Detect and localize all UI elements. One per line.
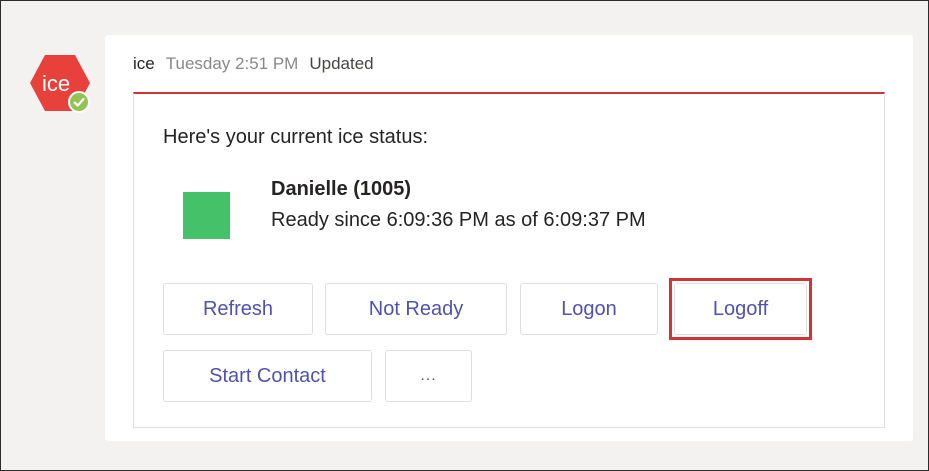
checkmark-icon: [73, 97, 85, 107]
bot-message: ice Tuesday 2:51 PM Updated Here's your …: [105, 35, 913, 441]
logoff-button[interactable]: Logoff: [674, 283, 807, 335]
card-heading: Here's your current ice status:: [163, 126, 429, 148]
logon-button[interactable]: Logon: [520, 283, 658, 335]
message-header: ice Tuesday 2:51 PM Updated: [133, 52, 374, 76]
refresh-button[interactable]: Refresh: [163, 283, 313, 335]
more-actions-button[interactable]: ...: [385, 350, 472, 402]
not-ready-button[interactable]: Not Ready: [325, 283, 507, 335]
status-indicator-icon: [183, 192, 230, 239]
presence-badge: [68, 91, 90, 113]
avatar-logo-text: ice: [42, 71, 70, 96]
agent-name: Danielle (1005): [271, 178, 412, 200]
chat-pane: ice ice Tuesday 2:51 PM Updated Here's y…: [0, 0, 929, 471]
start-contact-button[interactable]: Start Contact: [163, 350, 372, 402]
updated-label: Updated: [309, 54, 374, 73]
agent-status-text: Ready since 6:09:36 PM as of 6:09:37 PM: [271, 209, 646, 231]
status-card: Here's your current ice status: Danielle…: [133, 92, 885, 428]
sender-name[interactable]: ice: [133, 54, 155, 74]
message-timestamp: Tuesday 2:51 PM: [165, 54, 299, 73]
